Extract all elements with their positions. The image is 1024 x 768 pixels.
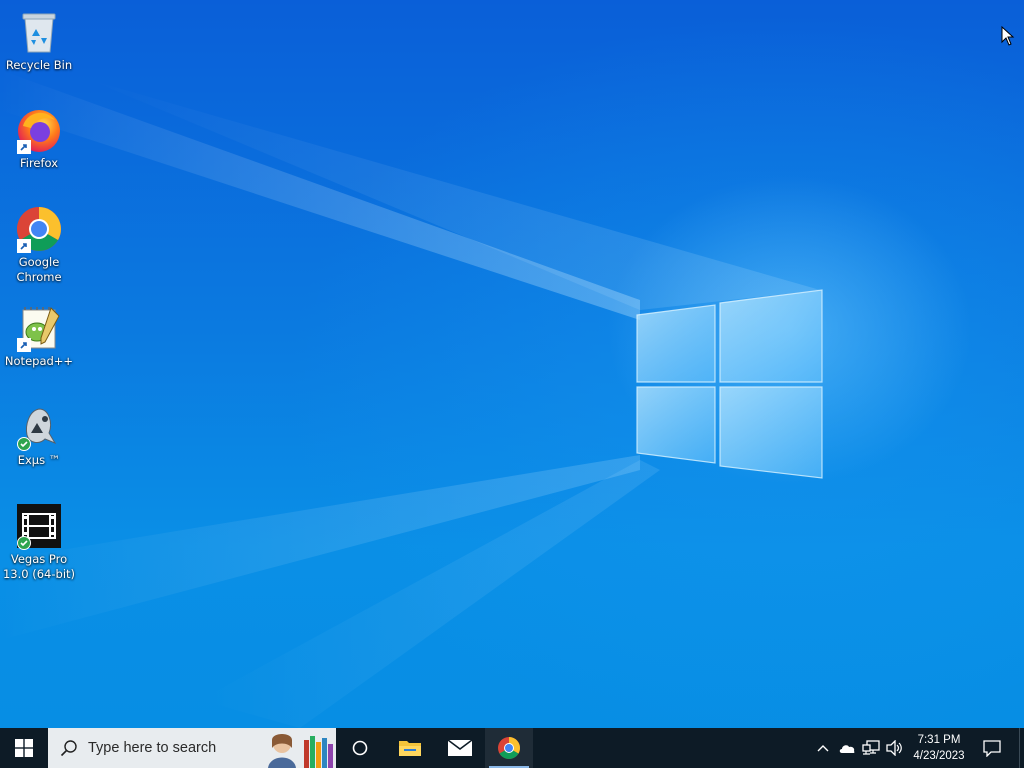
volume-tray-button[interactable] [885, 738, 905, 758]
check-badge-icon [17, 536, 31, 550]
icon-label: Firefox [19, 156, 59, 170]
desktop-icon-exus[interactable]: Exμs ™ [2, 403, 76, 468]
desktop: Recycle Bin Firefox Google Chrome Notepa… [0, 0, 1024, 728]
search-box[interactable]: Type here to search [48, 728, 336, 768]
desktop-icon-vegas-pro[interactable]: Vegas Pro 13.0 (64-bit) [2, 502, 76, 582]
windows-logo-wallpaper [636, 289, 823, 479]
chrome-taskbar-button[interactable] [485, 728, 533, 768]
icon-label: Recycle Bin [5, 58, 73, 72]
icon-label: Vegas Pro 13.0 (64-bit) [2, 552, 76, 581]
file-explorer-button[interactable] [386, 728, 434, 768]
check-badge-icon [17, 437, 31, 451]
icon-label: Google Chrome [16, 255, 62, 284]
start-button[interactable] [0, 728, 48, 768]
cortana-button[interactable] [336, 728, 384, 768]
taskbar: Type here to search 7:31 PM 4/23/2023 [0, 728, 1024, 768]
clock-time: 7:31 PM [917, 734, 961, 746]
action-center-button[interactable] [976, 728, 1008, 768]
mail-button[interactable] [436, 728, 484, 768]
windows-logo-icon [15, 739, 33, 757]
volume-icon [886, 740, 902, 756]
onedrive-tray-button[interactable] [837, 738, 857, 758]
search-placeholder: Type here to search [88, 740, 217, 756]
mouse-cursor-icon [1001, 26, 1015, 46]
wallpaper [0, 70, 823, 728]
chrome-icon [498, 737, 520, 759]
clock-date: 4/23/2023 [913, 750, 965, 762]
taskbar-clock[interactable]: 7:31 PM 4/23/2023 [906, 728, 972, 768]
onedrive-cloud-icon [839, 745, 855, 753]
search-highlight-illustration [264, 728, 336, 768]
show-desktop-button[interactable] [1019, 728, 1024, 768]
desktop-icon-recycle-bin[interactable]: Recycle Bin [2, 8, 76, 73]
action-center-icon [983, 740, 1001, 757]
cortana-circle-icon [352, 740, 368, 756]
icon-label: Notepad++ [4, 354, 74, 368]
shortcut-arrow-icon [17, 239, 31, 253]
icon-label: Exμs ™ [17, 453, 61, 467]
shortcut-arrow-icon [17, 140, 31, 154]
desktop-icon-notepad-plus-plus[interactable]: Notepad++ [2, 304, 76, 369]
network-icon [862, 740, 880, 755]
mail-icon [447, 739, 473, 756]
folder-icon [399, 741, 421, 756]
show-hidden-icons-button[interactable] [813, 738, 833, 758]
desktop-icon-google-chrome[interactable]: Google Chrome [2, 205, 76, 285]
chevron-up-icon [817, 745, 829, 752]
recycle-bin-icon [22, 13, 56, 53]
desktop-icon-firefox[interactable]: Firefox [2, 106, 76, 171]
search-icon [60, 740, 77, 757]
shortcut-arrow-icon [17, 338, 31, 352]
network-tray-button[interactable] [861, 738, 881, 758]
